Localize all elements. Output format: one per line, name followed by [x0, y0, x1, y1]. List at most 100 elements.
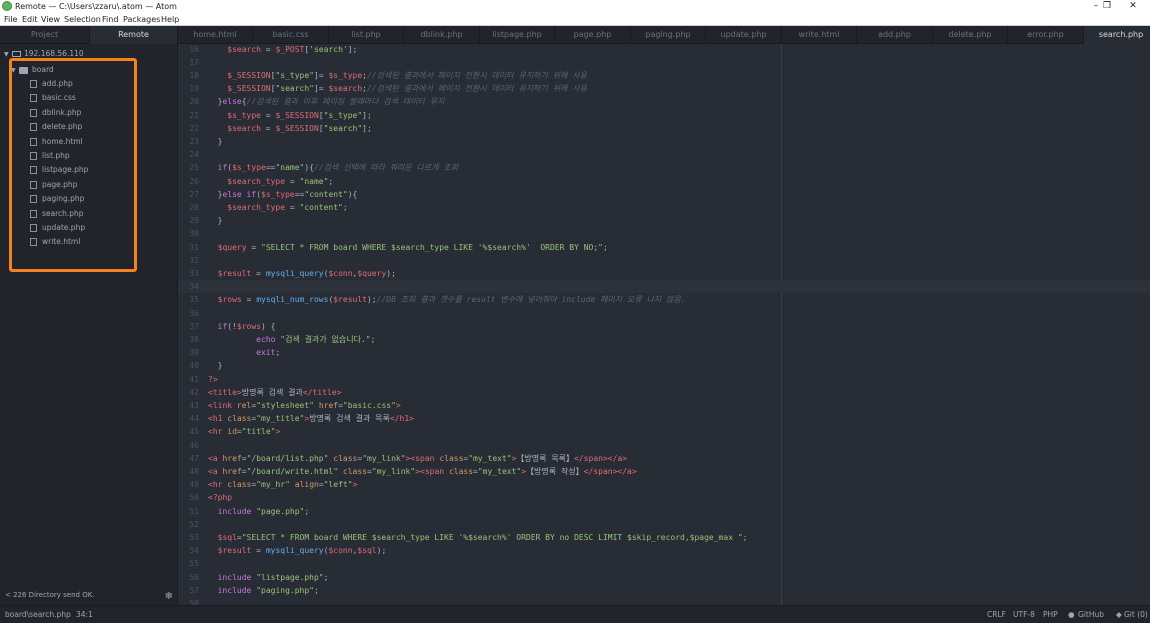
code-line[interactable]: 43 <link rel="stylesheet" href="basic.css…	[178, 399, 1150, 412]
code-text: $result = mysqli_query($conn,$sql);	[217, 546, 387, 556]
close-icon[interactable]: ✕	[1123, 0, 1143, 13]
status-bar: board\search.php 34:1 CRLF UTF-8 PHP ● G…	[0, 605, 1150, 623]
line-number: 57	[189, 585, 199, 595]
code-line[interactable]: 45 <hr id="title">	[178, 425, 1150, 438]
code-line[interactable]: 26 $search_type = "name";	[178, 175, 1150, 188]
code-text: <a href="/board/list.php" class="my_link…	[208, 453, 628, 463]
line-number: 29	[189, 216, 199, 226]
code-line[interactable]: 38 echo "검색 결과가 없습니다.";	[178, 333, 1150, 346]
menu-find[interactable]: Find	[102, 14, 118, 25]
code-line[interactable]: 50 <?php	[178, 491, 1150, 504]
gear-icon[interactable]: ❄	[165, 591, 173, 602]
code-line[interactable]: 30	[178, 227, 1150, 240]
editor-tab[interactable]: dblink.php	[405, 26, 480, 44]
line-number: 36	[189, 308, 199, 318]
code-line[interactable]: 22 $search = $_SESSION["search"];	[178, 122, 1150, 135]
editor-tab[interactable]: write.html	[782, 26, 857, 44]
line-number: 53	[189, 532, 199, 542]
code-line[interactable]: 35 $rows = mysqli_num_rows($result);//DB…	[178, 293, 1150, 306]
menu-file[interactable]: File	[4, 14, 17, 25]
code-line[interactable]: 56 include "listpage.php";	[178, 571, 1150, 584]
code-line[interactable]: 37 if(!$rows) {	[178, 320, 1150, 333]
line-number: 34	[189, 282, 199, 292]
code-line[interactable]: 24	[178, 148, 1150, 161]
code-line[interactable]: 40 }	[178, 359, 1150, 372]
code-line[interactable]: 46	[178, 439, 1150, 452]
line-number: 28	[189, 202, 199, 212]
editor-tab[interactable]: update.php	[707, 26, 782, 44]
code-line[interactable]: 57 include "paging.php";	[178, 584, 1150, 597]
editor-tab[interactable]: paging.php	[631, 26, 706, 44]
editor-tab[interactable]: basic.css	[254, 26, 329, 44]
status-cursor-position[interactable]: 34:1	[76, 606, 93, 623]
code-line[interactable]: 17	[178, 56, 1150, 69]
line-number: 41	[189, 374, 199, 384]
code-line[interactable]: 31 $query = "SELECT * FROM board WHERE $…	[178, 241, 1150, 254]
code-text: $_SESSION["s_type"]= $s_type;//검색된 결과에서 …	[227, 70, 587, 80]
menu-help[interactable]: Help	[161, 14, 179, 25]
code-line[interactable]: 48 <a href="/board/write.html" class="my_…	[178, 465, 1150, 478]
code-text: <a href="/board/write.html" class="my_li…	[208, 466, 637, 476]
status-git[interactable]: Git (0)	[1124, 606, 1148, 623]
menu-edit[interactable]: Edit	[22, 14, 38, 25]
code-line[interactable]: 51 include "page.php";	[178, 505, 1150, 518]
code-line[interactable]: 33 $result = mysqli_query($conn,$query);	[178, 267, 1150, 280]
code-line[interactable]: 47 <a href="/board/list.php" class="my_li…	[178, 452, 1150, 465]
code-line[interactable]: 29 }	[178, 214, 1150, 227]
editor-tab[interactable]: page.php	[556, 26, 631, 44]
editor-tab[interactable]: search.php	[1084, 26, 1150, 44]
code-editor[interactable]: 16 $search = $_POST['search']; 17 18 $_SES…	[178, 44, 1150, 605]
code-text: $s_type = $_SESSION["s_type"];	[227, 110, 372, 120]
code-line[interactable]: 19 $_SESSION["search"]= $search;//검색된 결과…	[178, 82, 1150, 95]
code-line[interactable]: 18 $_SESSION["s_type"]= $s_type;//검색된 결과…	[178, 69, 1150, 82]
line-number: 17	[189, 57, 199, 67]
status-file-path[interactable]: board\search.php	[5, 606, 71, 623]
status-line-ending[interactable]: CRLF	[987, 606, 1006, 623]
editor-tab[interactable]: error.php	[1009, 26, 1084, 44]
code-line[interactable]: 28 $search_type = "content";	[178, 201, 1150, 214]
code-line[interactable]: 52	[178, 518, 1150, 531]
code-line[interactable]: 44 <h1 class="my_title">방명록 검색 결과 목록</h1>	[178, 412, 1150, 425]
code-text: include "listpage.php";	[217, 572, 329, 582]
code-text: <hr class="my_hr" align="left">	[208, 480, 358, 490]
code-line[interactable]: 23 }	[178, 135, 1150, 148]
menu-view[interactable]: View	[41, 14, 60, 25]
line-number: 49	[189, 480, 199, 490]
code-line[interactable]: 20 }else{//검색된 결과 이후 페이징 불때마다 검색 데이터 유지	[178, 95, 1150, 108]
code-line[interactable]: 27 }else if($s_type=="content"){	[178, 188, 1150, 201]
code-line[interactable]: 32	[178, 254, 1150, 267]
code-line[interactable]: 39 exit;	[178, 346, 1150, 359]
code-line[interactable]: 21 $s_type = $_SESSION["s_type"];	[178, 109, 1150, 122]
line-number: 37	[189, 321, 199, 331]
editor-tab[interactable]: listpage.php	[480, 26, 555, 44]
editor-tab[interactable]: add.php	[858, 26, 933, 44]
editor-tab[interactable]: home.html	[178, 26, 253, 44]
menu-selection[interactable]: Selection	[64, 14, 101, 25]
code-line[interactable]: 16 $search = $_POST['search'];	[178, 44, 1150, 56]
code-line[interactable]: 34	[178, 280, 1150, 294]
code-text: $query = "SELECT * FROM board WHERE $sea…	[217, 242, 608, 252]
maximize-icon[interactable]: ❐	[1097, 0, 1117, 13]
code-line[interactable]: 55	[178, 557, 1150, 570]
code-line[interactable]: 54 $result = mysqli_query($conn,$sql);	[178, 544, 1150, 557]
editor-tab[interactable]: list.php	[329, 26, 404, 44]
code-line[interactable]: 58	[178, 597, 1150, 605]
code-text: include "page.php";	[217, 506, 310, 516]
status-grammar[interactable]: PHP	[1043, 606, 1058, 623]
line-number: 44	[189, 414, 199, 424]
code-line[interactable]: 41 ?>	[178, 373, 1150, 386]
editor-tab[interactable]: delete.php	[933, 26, 1008, 44]
status-encoding[interactable]: UTF-8	[1013, 606, 1035, 623]
code-line[interactable]: 25 if($s_type=="name"){//검색 선택에 따라 쿼리문 다…	[178, 161, 1150, 174]
code-line[interactable]: 42 <title>방명록 검색 결과</title>	[178, 386, 1150, 399]
menu-packages[interactable]: Packages	[123, 14, 160, 25]
line-number: 52	[189, 519, 199, 529]
tree-server-label: 192.168.56.110	[24, 49, 84, 58]
status-github[interactable]: GitHub	[1078, 606, 1104, 623]
code-line[interactable]: 53 $sql="SELECT * FROM board WHERE $sear…	[178, 531, 1150, 544]
code-line[interactable]: 36	[178, 307, 1150, 320]
line-number: 22	[189, 123, 199, 133]
tab-remote[interactable]: Remote	[90, 26, 178, 44]
tab-project[interactable]: Project	[0, 26, 90, 44]
code-line[interactable]: 49 <hr class="my_hr" align="left">	[178, 478, 1150, 491]
